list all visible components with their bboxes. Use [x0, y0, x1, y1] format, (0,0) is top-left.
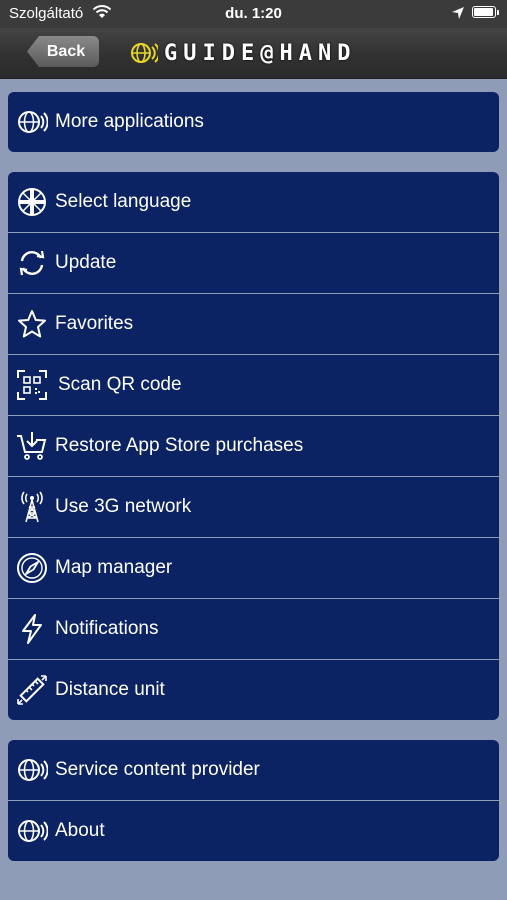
- app-logo: GUIDE@HAND: [130, 38, 356, 68]
- clock: du. 1:20: [225, 5, 282, 22]
- menu-item-restore-purchases[interactable]: Restore App Store purchases: [8, 416, 499, 477]
- globe-signal-icon: [18, 820, 48, 842]
- menu-item-label: Scan QR code: [58, 374, 182, 395]
- menu-item-select-language[interactable]: Select language: [8, 172, 499, 233]
- menu-item-distance-unit[interactable]: Distance unit: [8, 660, 499, 720]
- menu-item-map-manager[interactable]: Map manager: [8, 538, 499, 599]
- menu-item-about[interactable]: About: [8, 801, 499, 861]
- lightning-icon: [22, 614, 42, 644]
- menu-group-settings: Select language Update Favorites Scan QR…: [8, 172, 499, 720]
- menu-item-label: More applications: [55, 111, 204, 132]
- menu-item-update[interactable]: Update: [8, 233, 499, 294]
- navigation-bar: Back GUIDE@HAND: [0, 28, 507, 79]
- menu-item-label: Notifications: [55, 618, 159, 639]
- menu-item-label: Select language: [55, 191, 192, 212]
- menu-item-label: Restore App Store purchases: [55, 435, 304, 456]
- qr-code-icon: [17, 370, 47, 400]
- star-icon: [18, 310, 46, 338]
- logo-text: GUIDE@HAND: [164, 40, 357, 66]
- location-arrow-icon: [452, 7, 464, 19]
- status-bar: Szolgáltató du. 1:20: [0, 0, 507, 28]
- menu-item-use-3g-network[interactable]: Use 3G network: [8, 477, 499, 538]
- menu-group-apps: More applications: [8, 92, 499, 152]
- antenna-icon: [21, 491, 43, 523]
- battery-icon: [472, 6, 499, 18]
- menu-item-more-applications[interactable]: More applications: [8, 92, 499, 152]
- globe-signal-icon: [131, 43, 158, 63]
- menu-item-scan-qr-code[interactable]: Scan QR code: [8, 355, 499, 416]
- menu-item-label: Map manager: [55, 557, 173, 578]
- menu-item-label: Service content provider: [55, 759, 260, 780]
- menu-group-info: Service content provider About: [8, 740, 499, 861]
- ruler-icon: [17, 675, 47, 705]
- compass-icon: [17, 553, 47, 583]
- menu-item-favorites[interactable]: Favorites: [8, 294, 499, 355]
- menu-item-label: Update: [55, 252, 117, 273]
- menu-item-label: About: [55, 820, 105, 841]
- cart-download-icon: [17, 432, 47, 460]
- menu-item-service-content-provider[interactable]: Service content provider: [8, 740, 499, 801]
- menu-item-label: Distance unit: [55, 679, 165, 700]
- refresh-icon: [19, 250, 45, 276]
- menu-item-label: Favorites: [55, 313, 134, 334]
- globe-signal-icon: [18, 759, 48, 781]
- flag-icon: [18, 188, 46, 216]
- menu-item-notifications[interactable]: Notifications: [8, 599, 499, 660]
- back-button[interactable]: Back: [27, 36, 99, 67]
- menu-item-label: Use 3G network: [55, 496, 192, 517]
- globe-signal-icon: [18, 111, 48, 133]
